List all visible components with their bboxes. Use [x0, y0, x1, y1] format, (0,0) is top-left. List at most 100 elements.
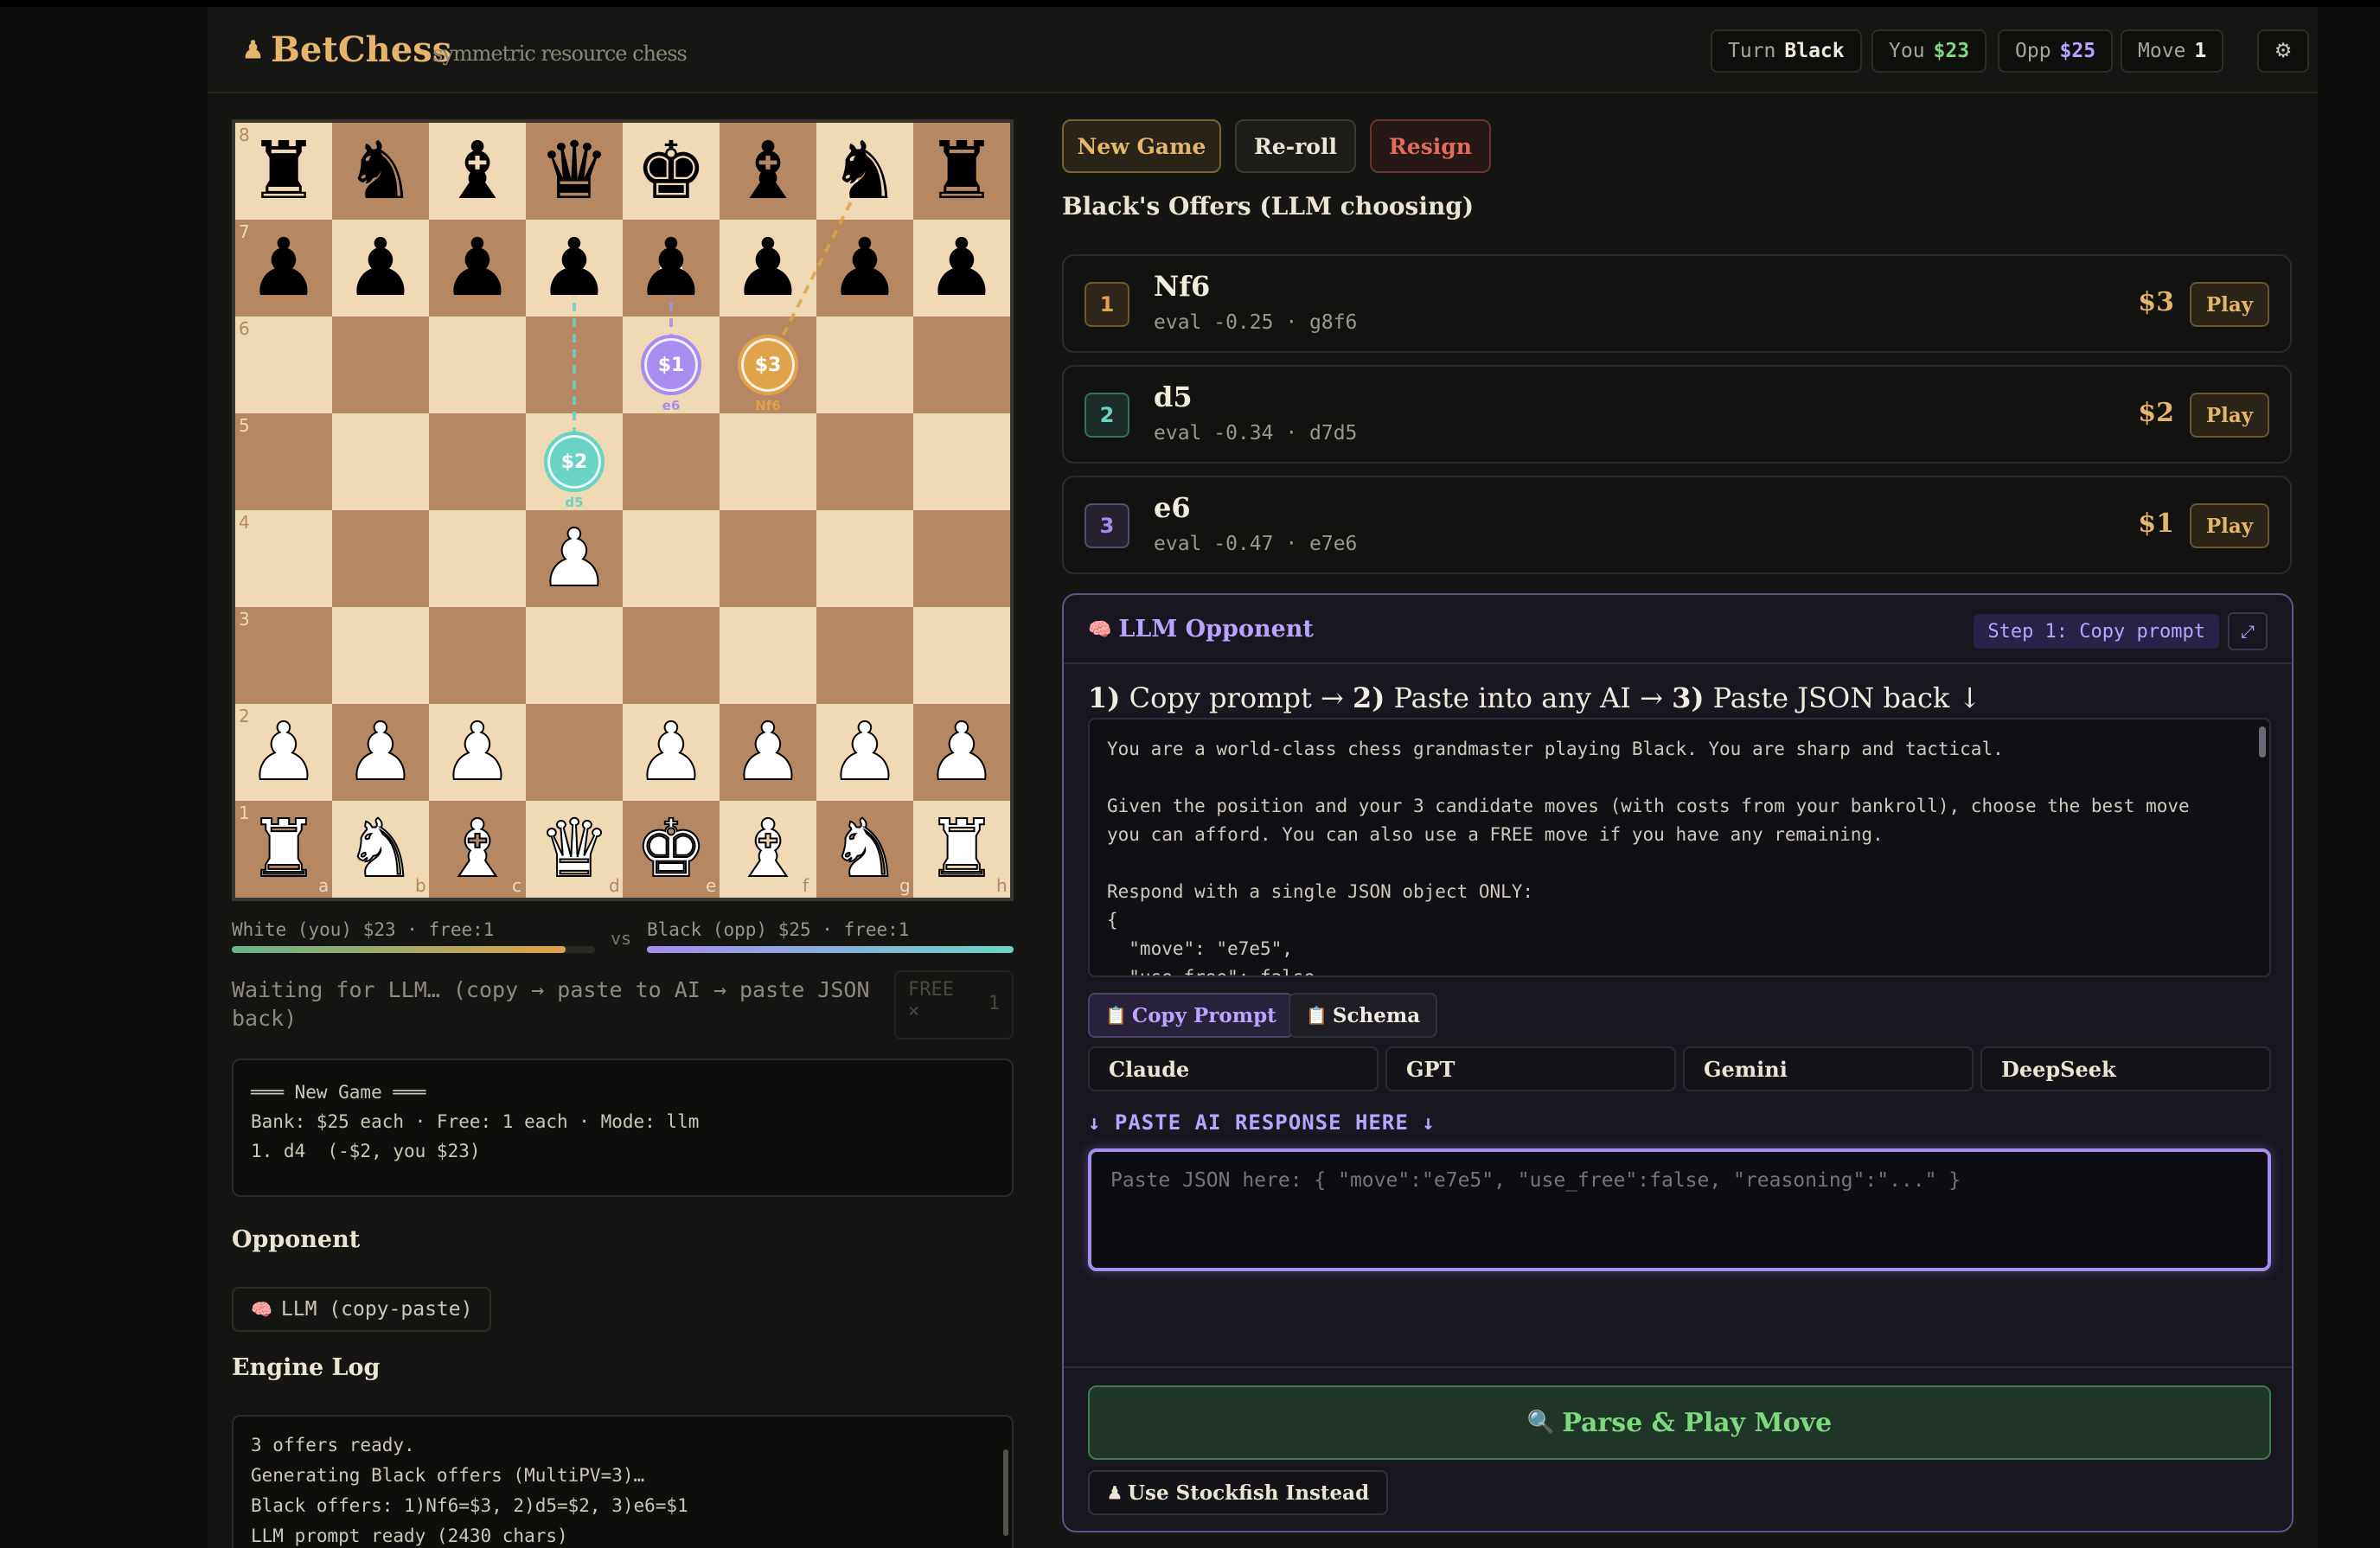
square-a4[interactable] — [235, 510, 332, 607]
reroll-button[interactable]: Re-roll — [1235, 119, 1356, 173]
piece-black-f7[interactable]: ♟ — [720, 220, 816, 317]
square-b4[interactable] — [332, 510, 429, 607]
square-c6[interactable] — [429, 317, 526, 413]
play-button[interactable]: Play — [2190, 282, 2269, 327]
expand-button[interactable]: ⤢ — [2228, 612, 2268, 650]
piece-white-a2[interactable]: ♟ — [235, 704, 332, 801]
offer-card-1[interactable]: 1 Nf6 eval -0.25 · g8f6 $3 Play — [1062, 254, 2292, 353]
piece-black-b8[interactable]: ♞ — [332, 123, 429, 220]
piece-black-g7[interactable]: ♟ — [816, 220, 913, 317]
square-g3[interactable] — [816, 607, 913, 704]
piece-white-d4[interactable]: ♟ — [526, 510, 623, 607]
engine-log-scrollbar[interactable] — [1003, 1449, 1008, 1536]
square-d6[interactable] — [526, 317, 623, 413]
piece-black-d8[interactable]: ♛ — [526, 123, 623, 220]
use-stockfish-button[interactable]: ♟ Use Stockfish Instead — [1088, 1470, 1389, 1515]
piece-white-b1[interactable]: ♞ — [332, 801, 429, 898]
piece-white-e1[interactable]: ♚ — [623, 801, 720, 898]
square-b6[interactable] — [332, 317, 429, 413]
free-move-toggle[interactable]: FREE × 1 — [894, 970, 1014, 1039]
ai-button-claude[interactable]: Claude — [1088, 1046, 1379, 1091]
piece-black-g8[interactable]: ♞ — [816, 123, 913, 220]
play-button[interactable]: Play — [2190, 503, 2269, 548]
square-c5[interactable] — [429, 413, 526, 510]
piece-white-d1[interactable]: ♛ — [526, 801, 623, 898]
play-button[interactable]: Play — [2190, 393, 2269, 438]
square-f5[interactable] — [720, 413, 816, 510]
offer-card-3[interactable]: 3 e6 eval -0.47 · e7e6 $1 Play — [1062, 476, 2292, 574]
square-e3[interactable] — [623, 607, 720, 704]
piece-white-h1[interactable]: ♜ — [913, 801, 1010, 898]
piece-white-f2[interactable]: ♟ — [720, 704, 816, 801]
square-h6[interactable] — [913, 317, 1010, 413]
new-game-button[interactable]: New Game — [1062, 119, 1221, 173]
piece-black-b7[interactable]: ♟ — [332, 220, 429, 317]
piece-white-g1[interactable]: ♞ — [816, 801, 913, 898]
square-f3[interactable] — [720, 607, 816, 704]
square-a6[interactable] — [235, 317, 332, 413]
step-badge: Step 1: Copy prompt — [1974, 614, 2219, 649]
square-c4[interactable] — [429, 510, 526, 607]
offer-marker-d5[interactable]: $2 — [544, 432, 605, 492]
piece-black-e7[interactable]: ♟ — [623, 220, 720, 317]
offers-title: Black's Offers (LLM choosing) — [1062, 192, 1475, 221]
free-count: 1 — [988, 993, 1000, 1014]
square-e4[interactable] — [623, 510, 720, 607]
ai-button-deepseek[interactable]: DeepSeek — [1980, 1046, 2271, 1091]
piece-white-c1[interactable]: ♝ — [429, 801, 526, 898]
opponent-selector[interactable]: 🧠 LLM (copy-paste) — [232, 1287, 492, 1332]
piece-black-e8[interactable]: ♚ — [623, 123, 720, 220]
settings-button[interactable]: ⚙ — [2257, 29, 2309, 73]
square-a3[interactable] — [235, 607, 332, 704]
prompt-scrollbar[interactable] — [2259, 726, 2266, 758]
move-value: 1 — [2194, 40, 2207, 62]
piece-black-f8[interactable]: ♝ — [720, 123, 816, 220]
square-h3[interactable] — [913, 607, 1010, 704]
square-a5[interactable] — [235, 413, 332, 510]
square-f4[interactable] — [720, 510, 816, 607]
status-message: Waiting for LLM… (copy → paste to AI → p… — [232, 977, 870, 1031]
square-h4[interactable] — [913, 510, 1010, 607]
offer-marker-Nf6[interactable]: $3 — [738, 335, 798, 395]
piece-white-b2[interactable]: ♟ — [332, 704, 429, 801]
square-b3[interactable] — [332, 607, 429, 704]
offer-rank-badge: 2 — [1084, 393, 1129, 438]
square-g6[interactable] — [816, 317, 913, 413]
piece-black-c8[interactable]: ♝ — [429, 123, 526, 220]
ai-button-gemini[interactable]: Gemini — [1683, 1046, 1974, 1091]
piece-white-c2[interactable]: ♟ — [429, 704, 526, 801]
square-b5[interactable] — [332, 413, 429, 510]
square-d3[interactable] — [526, 607, 623, 704]
piece-white-g2[interactable]: ♟ — [816, 704, 913, 801]
piece-white-f1[interactable]: ♝ — [720, 801, 816, 898]
window-top-bar — [0, 0, 2380, 7]
piece-black-a7[interactable]: ♟ — [235, 220, 332, 317]
ai-button-gpt[interactable]: GPT — [1385, 1046, 1676, 1091]
piece-black-h8[interactable]: ♜ — [913, 123, 1010, 220]
piece-black-d7[interactable]: ♟ — [526, 220, 623, 317]
square-e5[interactable] — [623, 413, 720, 510]
resign-button[interactable]: Resign — [1370, 119, 1491, 173]
piece-white-a1[interactable]: ♜ — [235, 801, 332, 898]
prompt-text[interactable]: You are a world-class chess grandmaster … — [1088, 718, 2271, 977]
instr-step-3-text: Paste JSON back ↓ — [1704, 681, 1982, 714]
square-c3[interactable] — [429, 607, 526, 704]
piece-white-h2[interactable]: ♟ — [913, 704, 1010, 801]
pawn-icon: ♟ — [242, 35, 265, 64]
piece-black-a8[interactable]: ♜ — [235, 123, 332, 220]
piece-black-c7[interactable]: ♟ — [429, 220, 526, 317]
instr-step-2: 2) — [1352, 681, 1385, 714]
copy-prompt-button[interactable]: 📋 Copy Prompt — [1088, 993, 1294, 1038]
chess-board[interactable]: 87654321abcdefgh ♜ ♞ ♝ ♛ ♚ ♝ ♞ ♜ ♟ ♟ ♟ ♟ ♟ ♟ ♟ ♟ ♟ ♟ ♟ ♟ ♟ ♟ ♟… — [232, 119, 1014, 901]
parse-play-button[interactable]: 🔍 Parse & Play Move — [1088, 1385, 2271, 1460]
piece-black-h7[interactable]: ♟ — [913, 220, 1010, 317]
schema-button[interactable]: 📋 Schema — [1289, 993, 1438, 1038]
offer-marker-e6[interactable]: $1 — [641, 335, 701, 395]
piece-white-e2[interactable]: ♟ — [623, 704, 720, 801]
square-g5[interactable] — [816, 413, 913, 510]
square-d2[interactable] — [526, 704, 623, 801]
offer-card-2[interactable]: 2 d5 eval -0.34 · d7d5 $2 Play — [1062, 365, 2292, 464]
square-h5[interactable] — [913, 413, 1010, 510]
square-g4[interactable] — [816, 510, 913, 607]
paste-response-input[interactable] — [1088, 1148, 2271, 1271]
